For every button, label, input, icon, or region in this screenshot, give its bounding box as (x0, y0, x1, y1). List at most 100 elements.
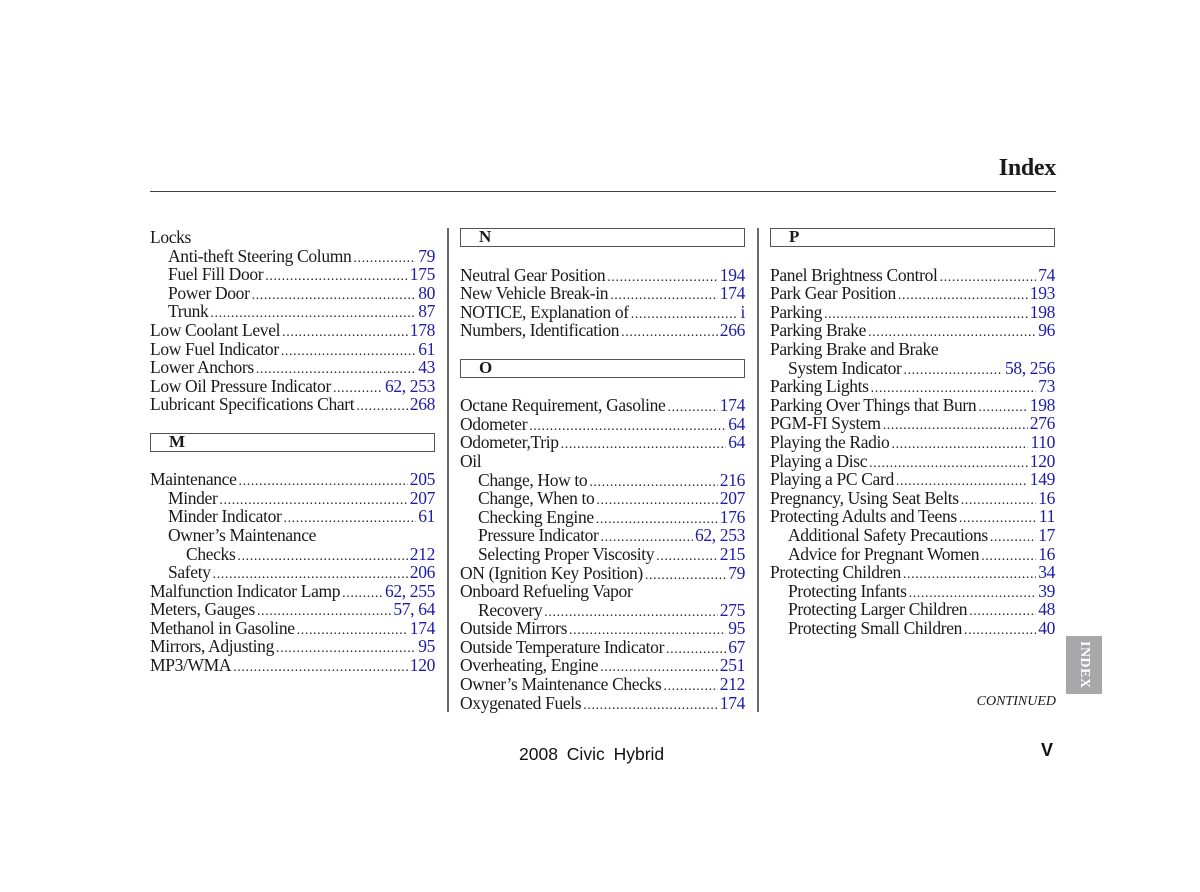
index-entry[interactable]: Lubricant Specifications Chart 268 (150, 395, 435, 414)
page-reference-link[interactable]: 176 (720, 508, 746, 527)
index-entry[interactable]: Overheating, Engine 251 (460, 656, 745, 675)
index-entry[interactable]: Low Oil Pressure Indicator 62, 253 (150, 377, 435, 396)
page-reference-link[interactable]: 194 (720, 265, 746, 285)
page-reference-link[interactable]: 198 (1030, 396, 1056, 415)
page-reference-link[interactable]: 34 (1038, 563, 1055, 582)
page-reference-link[interactable]: 120 (1030, 451, 1056, 471)
page-reference-link[interactable]: 149 (1030, 470, 1056, 489)
index-side-tab[interactable]: INDEX (1066, 636, 1102, 694)
page-reference-link[interactable]: 39 (1038, 582, 1055, 601)
page-reference-link[interactable]: 95 (728, 619, 745, 638)
index-entry[interactable]: Pressure Indicator 62, 253 (460, 526, 745, 545)
page-reference-link[interactable]: 212 (410, 544, 436, 564)
index-entry[interactable]: Neutral Gear Position 194 (460, 265, 746, 285)
page-reference-link[interactable]: 174 (720, 396, 746, 415)
index-entry[interactable]: Malfunction Indicator Lamp 62, 255 (150, 582, 435, 601)
page-reference-link[interactable]: 16 (1038, 544, 1055, 564)
index-entry[interactable]: Low Coolant Level 178 (150, 321, 435, 340)
page-reference-link[interactable]: 73 (1038, 377, 1055, 396)
index-entry[interactable]: Odometer 64 (460, 415, 745, 434)
index-entry[interactable]: Parking Lights 73 (770, 377, 1055, 396)
page-reference-link[interactable]: 64 (728, 415, 745, 434)
page-reference-link[interactable]: 80 (418, 284, 435, 303)
index-entry[interactable]: Playing a Disc 120 (770, 451, 1056, 471)
index-entry[interactable]: Odometer,Trip 64 (460, 433, 745, 452)
page-reference-link[interactable]: 61 (418, 339, 435, 359)
index-entry[interactable]: New Vehicle Break-in 174 (460, 284, 745, 303)
page-reference-link[interactable]: 178 (410, 321, 436, 340)
page-reference-link[interactable]: 64 (728, 433, 745, 452)
page-reference-link[interactable]: 206 (410, 563, 436, 582)
page-reference-link[interactable]: 268 (410, 395, 436, 414)
page-reference-link[interactable]: 62, 255 (385, 582, 435, 601)
index-entry[interactable]: Outside Mirrors 95 (460, 619, 745, 638)
page-reference-link[interactable]: 43 (418, 358, 435, 377)
index-entry[interactable]: Power Door 80 (150, 284, 435, 303)
page-reference-link[interactable]: 216 (720, 470, 746, 490)
page-reference-link[interactable]: 11 (1039, 507, 1056, 526)
index-entry[interactable]: Low Fuel Indicator 61 (150, 339, 435, 359)
index-entry[interactable]: Protecting Infants 39 (770, 582, 1055, 601)
index-entry[interactable]: MP3/WMA 120 (150, 656, 435, 675)
page-reference-link[interactable]: 276 (1030, 414, 1056, 433)
index-entry[interactable]: Protecting Children 34 (770, 563, 1055, 582)
page-reference-link[interactable]: 96 (1038, 321, 1055, 340)
index-entry[interactable]: Anti-theft Steering Column 79 (150, 246, 435, 266)
index-entry[interactable]: Parking Brake 96 (770, 321, 1055, 340)
page-reference-link[interactable]: 62, 253 (695, 526, 745, 545)
index-entry[interactable]: Recovery 275 (460, 601, 745, 620)
page-reference-link[interactable]: 40 (1038, 619, 1055, 638)
page-reference-link[interactable]: 57, 64 (393, 600, 435, 619)
page-reference-link[interactable]: 251 (720, 656, 746, 675)
page-reference-link[interactable]: 198 (1030, 303, 1056, 322)
index-entry[interactable]: Checks 212 (150, 544, 436, 564)
page-reference-link[interactable]: 174 (410, 619, 436, 638)
page-reference-link[interactable]: 275 (720, 601, 746, 620)
index-entry[interactable]: Protecting Adults and Teens 11 (770, 507, 1055, 526)
index-entry[interactable]: Playing the Radio 110 (770, 433, 1055, 452)
page-reference-link[interactable]: 67 (728, 638, 745, 657)
index-entry[interactable]: Selecting Proper Viscosity 215 (460, 545, 745, 564)
page-reference-link[interactable]: 61 (418, 507, 435, 526)
index-entry[interactable]: Minder Indicator 61 (150, 507, 435, 526)
page-reference-link[interactable]: 48 (1038, 600, 1055, 619)
index-entry[interactable]: Maintenance 205 (150, 470, 435, 489)
index-entry[interactable]: Additional Safety Precautions 17 (770, 526, 1055, 545)
page-reference-link[interactable]: 266 (720, 321, 746, 340)
index-entry[interactable]: ON (Ignition Key Position) 79 (460, 563, 745, 583)
index-entry[interactable]: Protecting Larger Children 48 (770, 600, 1055, 619)
index-entry[interactable]: Checking Engine 176 (460, 508, 745, 527)
index-entry[interactable]: Advice for Pregnant Women 16 (770, 544, 1055, 564)
page-reference-link[interactable]: 110 (1030, 433, 1055, 452)
index-entry[interactable]: Oxygenated Fuels 174 (460, 694, 745, 713)
index-entry[interactable]: Methanol in Gasoline 174 (150, 619, 435, 638)
index-entry[interactable]: Lower Anchors 43 (150, 358, 435, 377)
index-entry[interactable]: System Indicator 58, 256 (770, 358, 1055, 378)
index-entry[interactable]: Mirrors, Adjusting 95 (150, 637, 435, 656)
index-entry[interactable]: Parking 198 (770, 303, 1055, 322)
index-entry[interactable]: Owner’s Maintenance Checks 212 (460, 675, 745, 694)
index-entry[interactable]: Change, How to 216 (460, 470, 746, 490)
index-entry[interactable]: Outside Temperature Indicator 67 (460, 638, 745, 657)
page-reference-link[interactable]: 87 (418, 302, 435, 321)
page-reference-link[interactable]: 207 (410, 489, 436, 508)
page-reference-link[interactable]: 74 (1038, 265, 1055, 285)
page-reference-link[interactable]: 175 (410, 265, 436, 284)
page-reference-link[interactable]: 17 (1038, 526, 1055, 545)
page-reference-link[interactable]: 205 (410, 470, 436, 489)
index-entry[interactable]: Safety 206 (150, 563, 435, 582)
page-reference-link[interactable]: 79 (418, 246, 435, 266)
page-reference-link[interactable]: 193 (1030, 284, 1056, 303)
page-reference-link[interactable]: 79 (728, 563, 745, 583)
index-entry[interactable]: Fuel Fill Door 175 (150, 265, 435, 284)
index-entry[interactable]: Protecting Small Children 40 (770, 619, 1055, 638)
page-reference-link[interactable]: 16 (1038, 489, 1055, 508)
index-entry[interactable]: NOTICE, Explanation of i (460, 303, 745, 322)
index-entry[interactable]: Pregnancy, Using Seat Belts 16 (770, 489, 1055, 508)
page-reference-link[interactable]: 120 (410, 656, 436, 675)
page-reference-link[interactable]: 95 (418, 637, 435, 656)
index-entry[interactable]: Park Gear Position 193 (770, 284, 1055, 303)
index-entry[interactable]: Octane Requirement, Gasoline 174 (460, 396, 745, 415)
index-entry[interactable]: Parking Over Things that Burn 198 (770, 396, 1055, 415)
index-entry[interactable]: Panel Brightness Control 74 (770, 265, 1055, 285)
